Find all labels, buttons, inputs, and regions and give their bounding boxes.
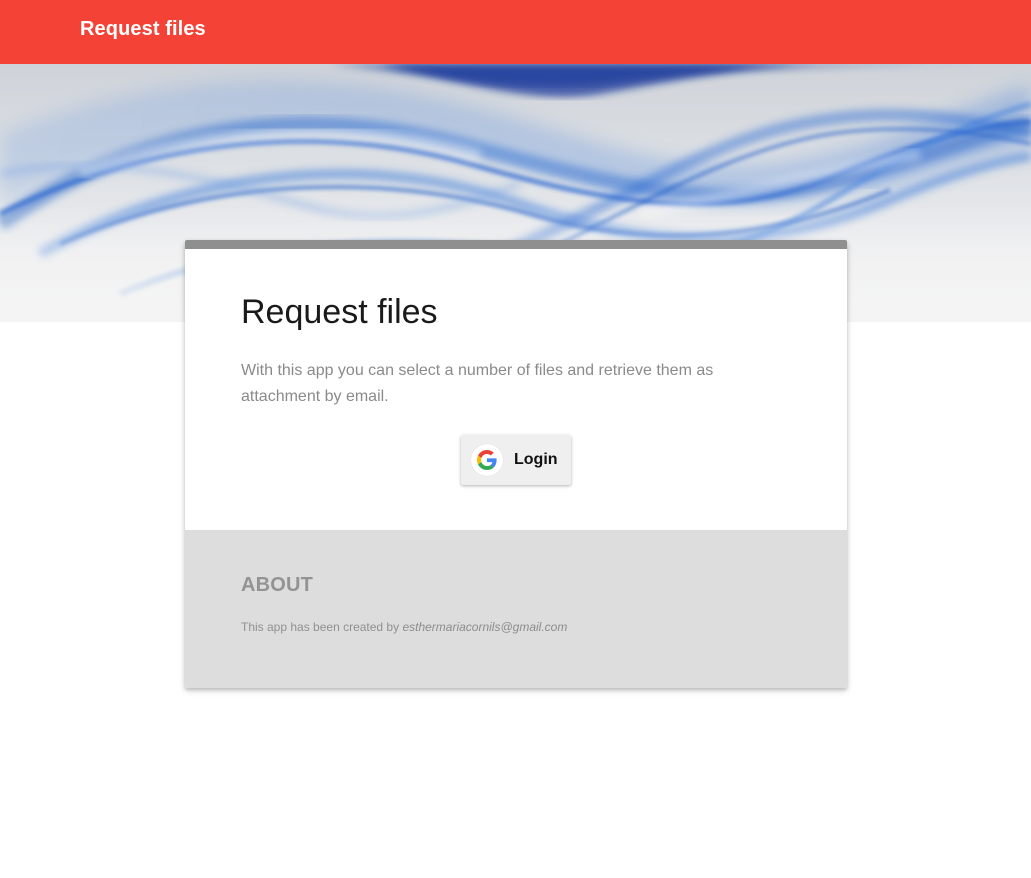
app-title: Request files: [80, 18, 206, 40]
about-text: This app has been created by esthermaria…: [241, 620, 567, 634]
about-text-prefix: This app has been created by: [241, 620, 403, 634]
login-card: Request files With this app you can sele…: [185, 240, 847, 688]
card-top-accent-bar: [185, 240, 847, 249]
about-section: ABOUT This app has been created by esthe…: [185, 530, 847, 688]
google-icon-container: [471, 444, 503, 476]
card-description: With this app you can select a number of…: [241, 362, 714, 405]
google-login-button[interactable]: Login: [461, 435, 571, 485]
card-title: Request files: [241, 293, 438, 331]
google-icon: [477, 450, 497, 470]
login-button-label: Login: [514, 451, 558, 468]
about-heading: ABOUT: [241, 574, 314, 596]
author-email-link[interactable]: esthermariacornils@gmail.com: [402, 620, 567, 634]
app-bar: Request files: [0, 0, 1031, 64]
